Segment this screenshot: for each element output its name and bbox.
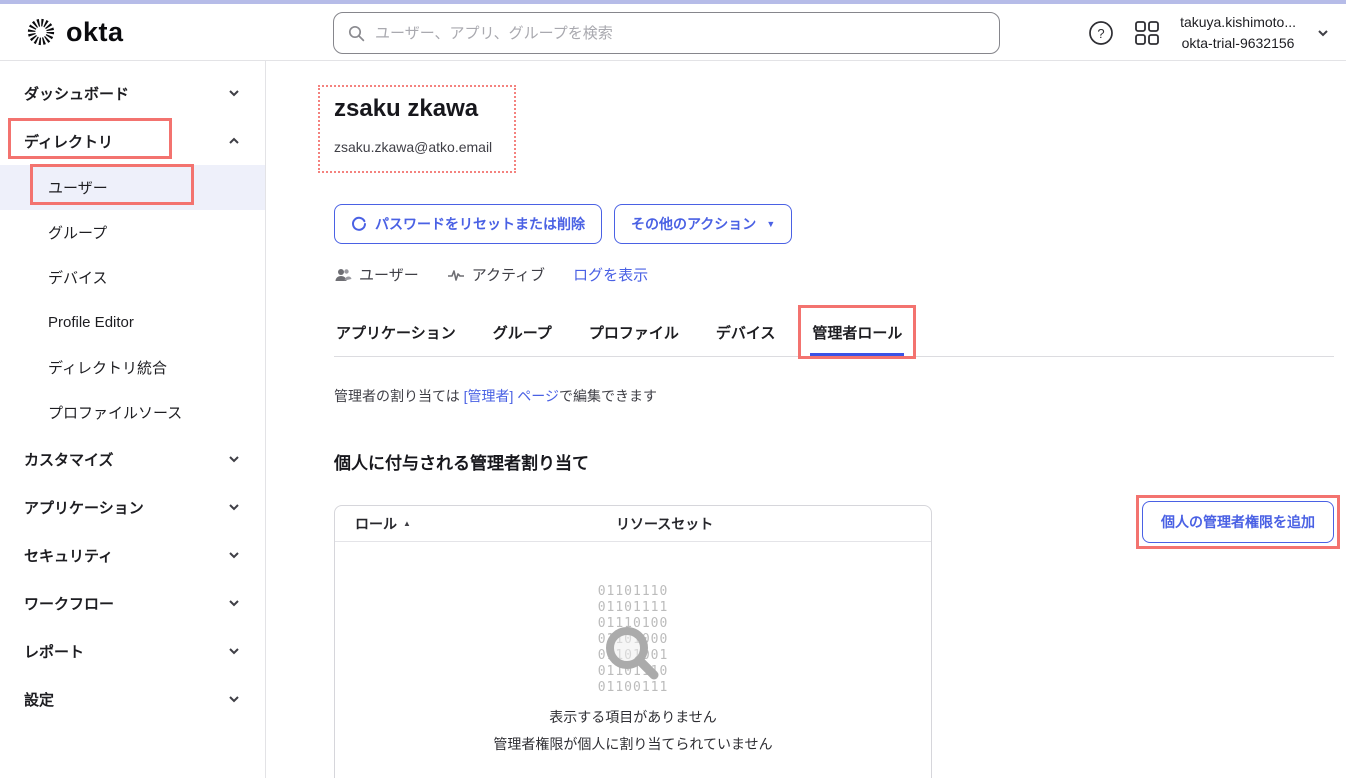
sidebar-item-label: ダッシュボード xyxy=(24,83,227,104)
help-icon: ? xyxy=(1088,20,1114,46)
tab-applications[interactable]: アプリケーション xyxy=(334,312,458,356)
sort-ascending-icon: ▲ xyxy=(403,519,411,528)
app-switcher-button[interactable] xyxy=(1134,20,1160,46)
note-prefix: 管理者の割り当ては xyxy=(334,388,464,404)
refresh-icon xyxy=(351,216,367,232)
column-header-role[interactable]: ロール ▲ xyxy=(335,514,616,534)
account-chevron-down-icon[interactable] xyxy=(1316,26,1330,40)
page-title-user-name: zsaku zkawa xyxy=(334,95,492,123)
chevron-down-icon xyxy=(227,596,241,610)
main-content: zsaku zkawa zsaku.zkawa@atko.email パスワード… xyxy=(266,61,1346,778)
user-status: アクティブ xyxy=(447,264,545,285)
admin-note: 管理者の割り当ては [管理者] ページで編集できます xyxy=(334,386,1346,406)
sidebar-item-profile-sources[interactable]: プロファイルソース xyxy=(0,390,265,435)
person-icon xyxy=(334,267,352,283)
search-icon xyxy=(348,25,365,42)
sidebar-item-customizations[interactable]: カスタマイズ xyxy=(0,435,265,483)
reset-password-label: パスワードをリセットまたは削除 xyxy=(375,214,585,234)
empty-state-description: 管理者権限が個人に割り当てられていません xyxy=(335,734,931,754)
user-status-label: アクティブ xyxy=(472,264,545,285)
activity-pulse-icon xyxy=(447,268,465,282)
user-type: ユーザー xyxy=(334,264,419,285)
chevron-down-icon xyxy=(227,644,241,658)
section-title: 個人に付与される管理者割り当て xyxy=(334,449,1346,474)
sidebar-item-label: セキュリティ xyxy=(24,545,227,566)
sidebar-item-groups[interactable]: グループ xyxy=(0,210,265,255)
sidebar-nav: ダッシュボード ディレクトリ ユーザー グループ デバイス Profile Ed… xyxy=(0,61,266,778)
caret-down-icon: ▼ xyxy=(766,219,775,229)
sidebar-item-label: アプリケーション xyxy=(24,497,227,518)
brand-wordmark: okta xyxy=(66,17,124,48)
sidebar-item-reports[interactable]: レポート xyxy=(0,627,265,675)
sidebar-item-label: ディレクトリ統合 xyxy=(48,357,241,378)
sidebar-item-label: デバイス xyxy=(48,267,241,288)
magnifier-icon xyxy=(602,623,664,685)
sidebar-item-devices[interactable]: デバイス xyxy=(0,255,265,300)
user-type-label: ユーザー xyxy=(359,264,419,285)
chevron-down-icon xyxy=(227,692,241,706)
chevron-up-icon xyxy=(227,134,241,148)
help-button[interactable]: ? xyxy=(1088,20,1114,46)
sidebar-item-label: 設定 xyxy=(24,689,227,710)
account-org: okta-trial-9632156 xyxy=(1180,33,1296,53)
svg-text:?: ? xyxy=(1097,26,1104,41)
empty-state: 01101110 01101111 01110100 01101000 0110… xyxy=(335,542,931,778)
sidebar-item-label: グループ xyxy=(48,222,241,243)
more-actions-label: その他のアクション xyxy=(631,214,756,234)
sidebar-item-settings[interactable]: 設定 xyxy=(0,675,265,723)
sidebar-item-label: ディレクトリ xyxy=(24,131,227,152)
okta-burst-icon xyxy=(26,17,56,47)
tab-profile[interactable]: プロファイル xyxy=(587,312,681,356)
apps-grid-icon xyxy=(1134,20,1160,46)
admin-roles-table: ロール ▲ リソースセット 01101110 01101111 01110100… xyxy=(334,505,932,778)
sidebar-item-label: プロファイルソース xyxy=(48,402,241,423)
tab-admin-roles[interactable]: 管理者ロール xyxy=(810,312,904,356)
sidebar-item-applications[interactable]: アプリケーション xyxy=(0,483,265,531)
sidebar-item-profile-editor[interactable]: Profile Editor xyxy=(0,300,265,345)
tab-devices[interactable]: デバイス xyxy=(714,312,778,356)
sidebar-item-label: ユーザー xyxy=(48,177,241,198)
annotation-box-add-admin: 個人の管理者権限を追加 xyxy=(1136,495,1340,549)
profile-tabs: アプリケーション グループ プロファイル デバイス 管理者ロール xyxy=(334,312,1334,357)
global-search[interactable] xyxy=(333,12,1000,54)
sidebar-item-directory-integrations[interactable]: ディレクトリ統合 xyxy=(0,345,265,390)
view-logs-link[interactable]: ログを表示 xyxy=(573,264,648,285)
chevron-down-icon xyxy=(227,500,241,514)
tab-groups[interactable]: グループ xyxy=(491,312,554,356)
column-role-label: ロール xyxy=(355,514,397,534)
table-header-row: ロール ▲ リソースセット xyxy=(335,506,931,542)
sidebar-item-label: Profile Editor xyxy=(48,314,241,331)
account-menu[interactable]: takuya.kishimoto... okta-trial-9632156 xyxy=(1180,12,1296,53)
sidebar-item-label: レポート xyxy=(24,641,227,662)
account-user: takuya.kishimoto... xyxy=(1180,12,1296,32)
sidebar-item-workflow[interactable]: ワークフロー xyxy=(0,579,265,627)
sidebar-item-label: ワークフロー xyxy=(24,593,227,614)
sidebar-item-directory[interactable]: ディレクトリ xyxy=(0,117,265,165)
chevron-down-icon xyxy=(227,452,241,466)
chevron-down-icon xyxy=(227,86,241,100)
annotation-box-user-name: zsaku zkawa zsaku.zkawa@atko.email xyxy=(318,85,516,173)
note-suffix: で編集できます xyxy=(559,388,657,404)
user-email: zsaku.zkawa@atko.email xyxy=(334,139,492,155)
app-header: okta ? takuya.kishimoto... okta-trial-9 xyxy=(0,4,1346,61)
sidebar-item-dashboard[interactable]: ダッシュボード xyxy=(0,69,265,117)
okta-logo[interactable]: okta xyxy=(0,17,240,48)
chevron-down-icon xyxy=(227,548,241,562)
add-individual-admin-button[interactable]: 個人の管理者権限を追加 xyxy=(1142,501,1334,543)
more-actions-button[interactable]: その他のアクション ▼ xyxy=(614,204,792,244)
empty-state-title: 表示する項目がありません xyxy=(335,707,931,727)
sidebar-item-label: カスタマイズ xyxy=(24,449,227,470)
sidebar-item-users[interactable]: ユーザー xyxy=(0,165,265,210)
admin-page-link[interactable]: [管理者] ページ xyxy=(464,388,559,404)
column-header-resource-set[interactable]: リソースセット xyxy=(616,514,713,534)
search-input[interactable] xyxy=(375,25,985,42)
reset-password-button[interactable]: パスワードをリセットまたは削除 xyxy=(334,204,602,244)
sidebar-item-security[interactable]: セキュリティ xyxy=(0,531,265,579)
